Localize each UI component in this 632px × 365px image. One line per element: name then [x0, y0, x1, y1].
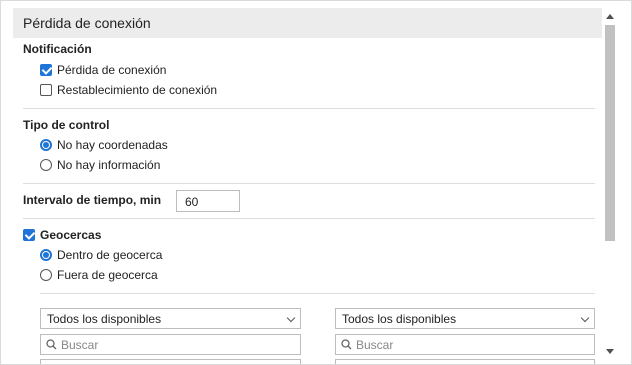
option-label: Restablecimiento de conexión [57, 83, 218, 97]
select-value: Todos los disponibles [47, 312, 162, 326]
option-label: Dentro de geocerca [57, 248, 163, 262]
panel-title: Pérdida de conexión [23, 15, 151, 31]
radio-icon[interactable] [40, 159, 52, 171]
radio-icon[interactable] [40, 269, 52, 281]
separator [23, 108, 595, 109]
chevron-down-icon [580, 313, 590, 323]
left-search-input[interactable]: Buscar [40, 334, 301, 355]
option-label: Fuera de geocerca [57, 268, 158, 282]
select-value: Todos los disponibles [342, 312, 457, 326]
control-type-section-title: Tipo de control [23, 118, 110, 132]
separator [23, 218, 595, 219]
notification-option-connection-loss[interactable]: Pérdida de conexión [40, 62, 166, 78]
geofence-option-outside[interactable]: Fuera de geocerca [40, 267, 158, 283]
panel-header: Pérdida de conexión [13, 8, 602, 38]
dialog-frame: Pérdida de conexión Notificación Pérdida… [0, 0, 632, 365]
notification-option-connection-restore[interactable]: Restablecimiento de conexión [40, 82, 217, 98]
control-type-option-no-information[interactable]: No hay información [40, 157, 160, 173]
search-placeholder: Buscar [356, 338, 394, 352]
notification-section-title: Notificación [23, 42, 92, 56]
right-search-input[interactable]: Buscar [335, 334, 595, 355]
separator [23, 183, 595, 184]
checkbox-icon[interactable] [40, 84, 52, 96]
interval-input[interactable]: 60 [176, 190, 240, 212]
control-type-option-no-coordinates[interactable]: No hay coordenadas [40, 137, 168, 153]
geofences-toggle[interactable]: Geocercas [23, 227, 101, 243]
chevron-down-icon [286, 313, 296, 323]
search-icon [46, 339, 57, 350]
radio-icon[interactable] [40, 249, 52, 261]
interval-label: Intervalo de tiempo, min [23, 193, 162, 207]
geofences-label: Geocercas [40, 228, 102, 242]
left-geofence-list[interactable] [40, 359, 301, 364]
right-geofence-select[interactable]: Todos los disponibles [335, 308, 595, 329]
radio-icon[interactable] [40, 139, 52, 151]
scrollbar-thumb[interactable] [605, 25, 615, 241]
vertical-scrollbar[interactable] [604, 11, 617, 361]
checkbox-icon[interactable] [40, 64, 52, 76]
scroll-up-arrow-icon[interactable] [606, 14, 614, 19]
search-placeholder: Buscar [61, 338, 99, 352]
geofence-option-inside[interactable]: Dentro de geocerca [40, 247, 162, 263]
option-label: Pérdida de conexión [57, 63, 167, 77]
option-label: No hay información [57, 158, 161, 172]
scroll-down-arrow-icon[interactable] [606, 349, 614, 354]
checkbox-icon[interactable] [23, 229, 35, 241]
right-geofence-list[interactable] [335, 359, 595, 364]
search-icon [341, 339, 352, 350]
left-geofence-select[interactable]: Todos los disponibles [40, 308, 301, 329]
separator [40, 293, 595, 294]
option-label: No hay coordenadas [57, 138, 168, 152]
